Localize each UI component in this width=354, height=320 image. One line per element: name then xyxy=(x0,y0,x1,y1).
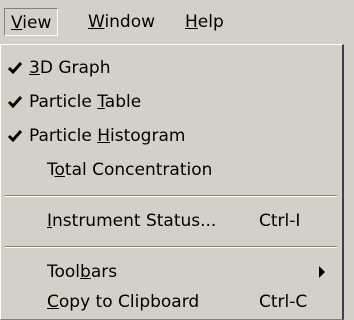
menu-bar: View Window Help xyxy=(0,0,354,44)
menu-item-particle-histogram[interactable]: Particle Histogram xyxy=(1,119,341,153)
menu-item-copy-to-clipboard-label: Copy to Clipboard xyxy=(47,292,200,312)
checkmark-icon xyxy=(7,96,23,109)
menu-item-total-concentration[interactable]: Total Concentration xyxy=(1,153,341,187)
submenu-arrow-icon xyxy=(319,266,325,278)
menu-help-text-rest: elp xyxy=(197,12,224,32)
menu-item-particle-histogram-label: Particle Histogram xyxy=(29,126,186,146)
menu-item-particle-table[interactable]: Particle Table xyxy=(1,85,341,119)
menu-item-total-concentration-label: Total Concentration xyxy=(47,160,213,180)
menu-item-particle-table-label: Particle Table xyxy=(29,92,142,112)
menu-item-instrument-status[interactable]: Instrument Status... Ctrl-I xyxy=(1,204,341,238)
menu-item-copy-to-clipboard[interactable]: Copy to Clipboard Ctrl-C xyxy=(1,285,341,319)
menu-item-instrument-status-label: Instrument Status... xyxy=(47,211,217,231)
menu-item-toolbars-label: Toolbars xyxy=(47,262,118,282)
menu-separator xyxy=(5,246,337,248)
menu-view[interactable]: View xyxy=(4,8,59,36)
menu-help-mnemonic: H xyxy=(185,12,198,32)
menu-item-toolbars[interactable]: Toolbars xyxy=(1,255,341,289)
checkmark-icon xyxy=(7,130,23,143)
menu-help[interactable]: Help xyxy=(179,8,230,36)
menu-window-text-rest: indow xyxy=(104,12,156,32)
checkmark-icon xyxy=(7,62,23,75)
menu-item-copy-to-clipboard-shortcut: Ctrl-C xyxy=(259,292,308,312)
menu-window-mnemonic: W xyxy=(88,12,105,32)
menu-view-text-rest: iew xyxy=(22,13,52,33)
menu-separator xyxy=(5,195,337,197)
menu-item-instrument-status-shortcut: Ctrl-I xyxy=(259,211,301,231)
menu-view-mnemonic: V xyxy=(11,13,23,33)
menu-window[interactable]: Window xyxy=(82,8,161,36)
menu-item-3d-graph-label: 3D Graph xyxy=(29,58,111,78)
menu-item-3d-graph[interactable]: 3D Graph xyxy=(1,51,341,85)
view-menu-dropdown: 3D Graph Particle Table Particle Histogr… xyxy=(0,44,344,320)
